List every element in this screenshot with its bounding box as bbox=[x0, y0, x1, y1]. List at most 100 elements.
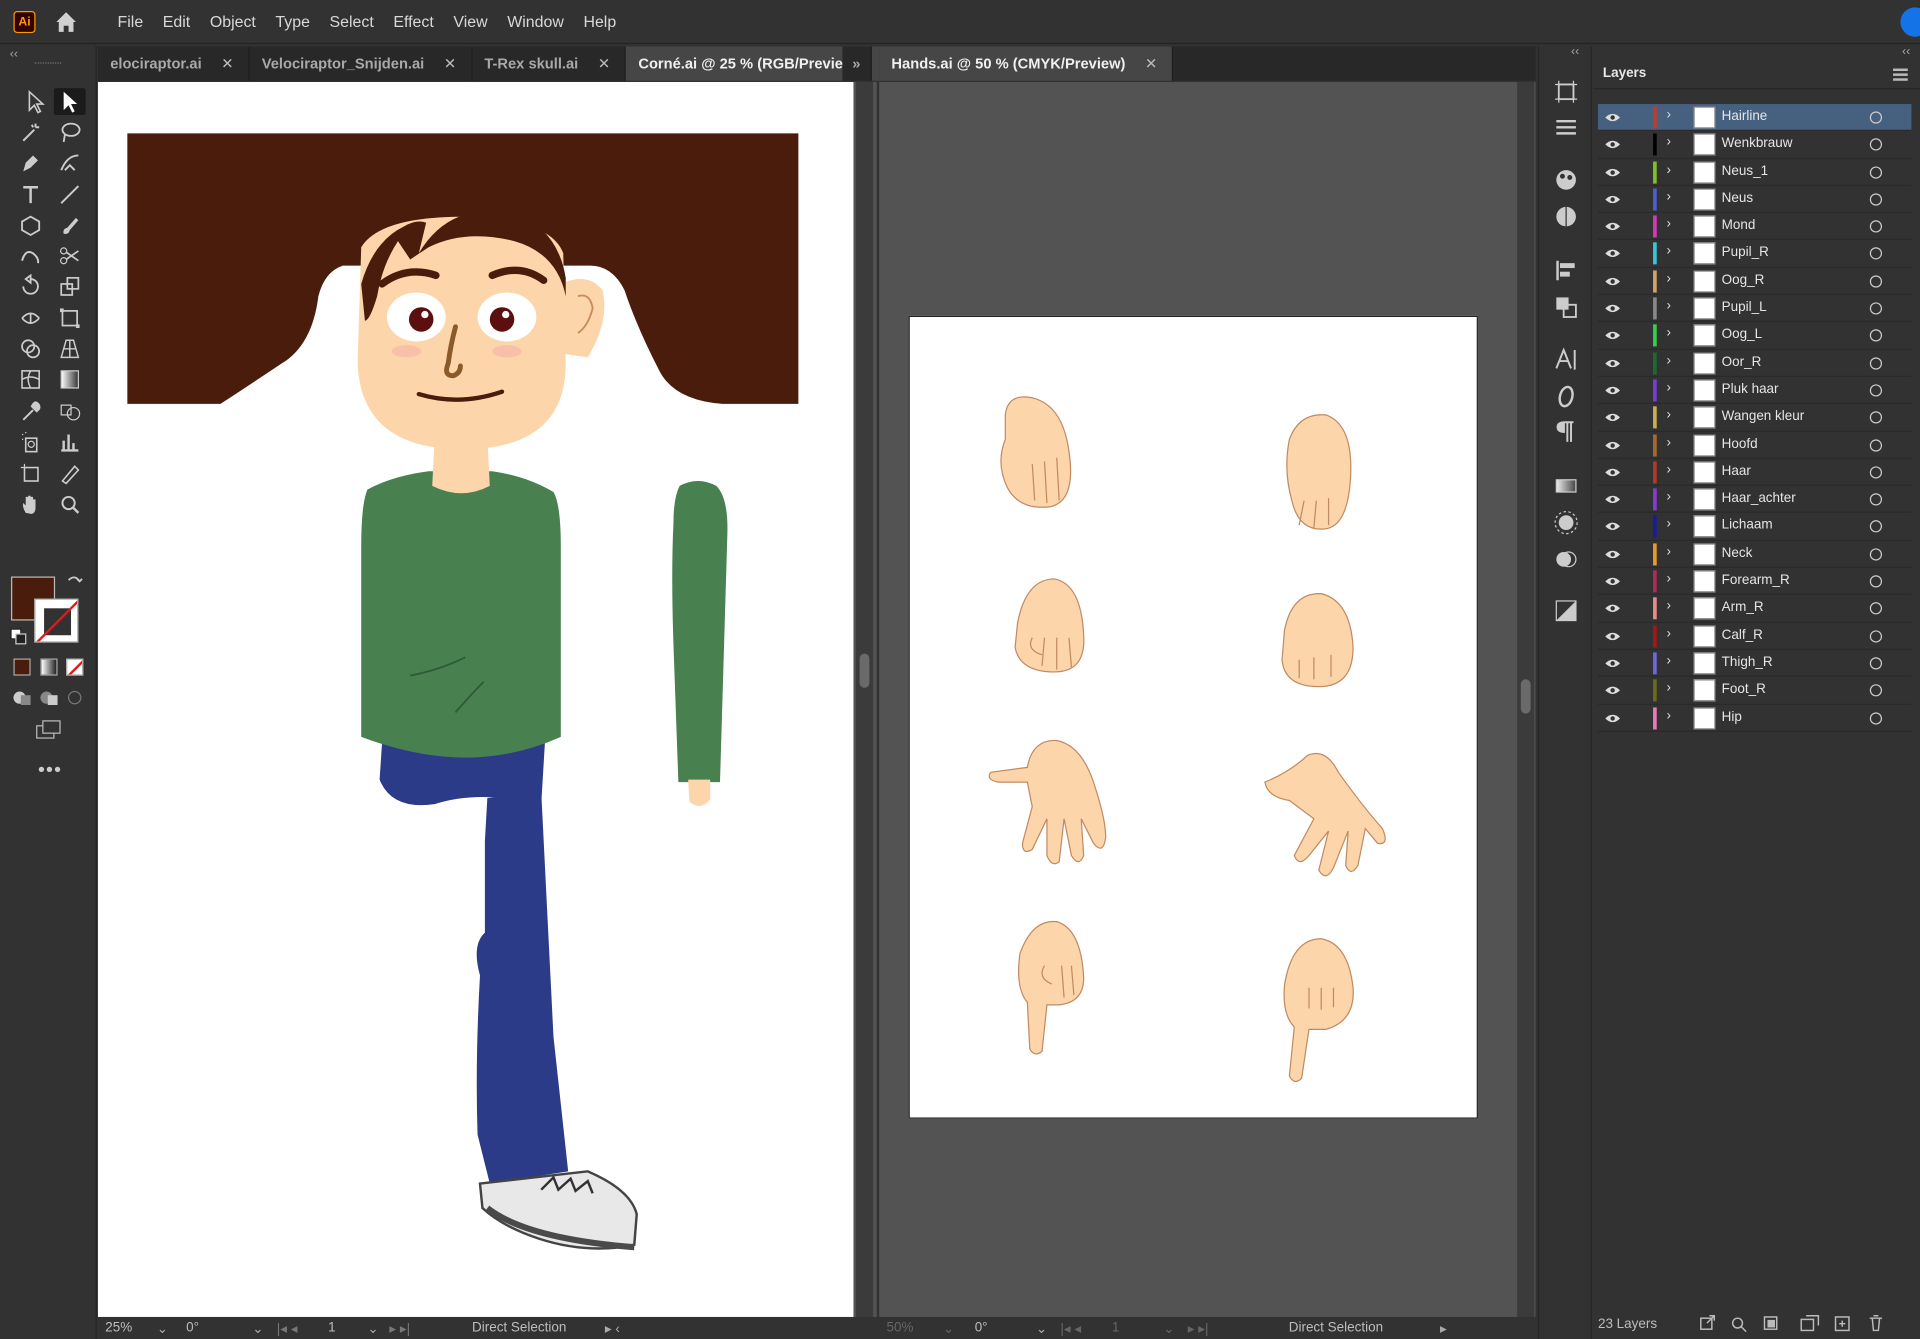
expand-chevron-icon[interactable]: › bbox=[1667, 326, 1671, 341]
layer-target-icon[interactable] bbox=[1869, 220, 1883, 233]
expand-chevron-icon[interactable]: › bbox=[1667, 381, 1671, 396]
layer-target-icon[interactable] bbox=[1869, 329, 1883, 342]
visibility-eye-icon[interactable] bbox=[1605, 413, 1621, 423]
collapse-toolbar-icon[interactable]: ‹‹ bbox=[10, 48, 18, 61]
right-document-canvas[interactable] bbox=[879, 82, 1536, 1317]
expand-chevron-icon[interactable]: › bbox=[1667, 162, 1671, 177]
last-artboard-icon[interactable]: ▸ ▸| bbox=[389, 1320, 433, 1336]
zoom-dropdown-icon-right[interactable]: ⌄ bbox=[943, 1320, 967, 1336]
layer-row[interactable]: › Wenkbrauw bbox=[1597, 131, 1912, 159]
expand-chevron-icon[interactable]: › bbox=[1667, 244, 1671, 259]
scissors-tool-icon[interactable] bbox=[54, 242, 86, 269]
more-tools-icon[interactable]: ••• bbox=[38, 760, 62, 782]
expand-chevron-icon[interactable]: › bbox=[1667, 654, 1671, 669]
document-tab[interactable]: Velociraptor_Snijden.ai ✕ bbox=[249, 46, 473, 81]
expand-chevron-icon[interactable]: › bbox=[1667, 599, 1671, 614]
visibility-eye-icon[interactable] bbox=[1605, 467, 1621, 477]
layer-row[interactable]: › Haar_achter bbox=[1597, 486, 1912, 514]
paragraph-panel-icon[interactable] bbox=[1553, 419, 1580, 446]
artboard-corne[interactable] bbox=[97, 82, 854, 1317]
visibility-eye-icon[interactable] bbox=[1605, 140, 1621, 150]
menu-object[interactable]: Object bbox=[200, 0, 266, 44]
visibility-eye-icon[interactable] bbox=[1605, 167, 1621, 177]
zoom-field[interactable]: 25% bbox=[98, 1321, 157, 1336]
appearance-panel-icon[interactable] bbox=[1553, 509, 1580, 536]
layer-name[interactable]: Wenkbrauw bbox=[1722, 136, 1793, 151]
visibility-eye-icon[interactable] bbox=[1605, 222, 1621, 232]
free-transform-tool-icon[interactable] bbox=[54, 305, 86, 332]
layer-name[interactable]: Mond bbox=[1722, 218, 1756, 233]
expand-chevron-icon[interactable]: › bbox=[1667, 135, 1671, 150]
visibility-eye-icon[interactable] bbox=[1605, 686, 1621, 696]
none-mode-button[interactable] bbox=[66, 658, 84, 676]
layer-row[interactable]: › Oog_R bbox=[1597, 268, 1912, 296]
rotate-dropdown-icon-right[interactable]: ⌄ bbox=[1036, 1320, 1060, 1336]
menu-file[interactable]: File bbox=[108, 0, 153, 44]
visibility-eye-icon[interactable] bbox=[1605, 604, 1621, 614]
perspective-grid-tool-icon[interactable] bbox=[54, 335, 86, 362]
layer-row[interactable]: › Hip bbox=[1597, 704, 1912, 732]
visibility-eye-icon[interactable] bbox=[1605, 276, 1621, 286]
rotate-tool-icon[interactable] bbox=[15, 273, 47, 300]
layer-row[interactable]: › Neus_1 bbox=[1597, 159, 1912, 186]
visibility-eye-icon[interactable] bbox=[1605, 577, 1621, 587]
layer-target-icon[interactable] bbox=[1869, 384, 1883, 397]
layers-footer-icons[interactable] bbox=[1696, 1315, 1920, 1335]
menu-view[interactable]: View bbox=[444, 0, 498, 44]
layer-name[interactable]: Hairline bbox=[1722, 109, 1768, 124]
visibility-eye-icon[interactable] bbox=[1605, 658, 1621, 668]
layer-target-icon[interactable] bbox=[1869, 684, 1883, 697]
color-mode-button[interactable] bbox=[13, 658, 31, 676]
visibility-eye-icon[interactable] bbox=[1605, 194, 1621, 204]
layer-name[interactable]: Oor_R bbox=[1722, 355, 1762, 370]
expand-chevron-icon[interactable]: › bbox=[1667, 271, 1671, 286]
layer-name[interactable]: Pupil_L bbox=[1722, 300, 1767, 315]
draw-inside-icon[interactable] bbox=[65, 688, 85, 708]
layer-row[interactable]: › Lichaam bbox=[1597, 513, 1912, 541]
layer-row[interactable]: › Mond bbox=[1597, 213, 1912, 241]
mesh-tool-icon[interactable] bbox=[15, 366, 47, 393]
left-vertical-scrollbar[interactable] bbox=[855, 82, 874, 1317]
layer-target-icon[interactable] bbox=[1869, 411, 1883, 424]
layer-row[interactable]: › Arm_R bbox=[1597, 595, 1912, 623]
expand-chevron-icon[interactable]: › bbox=[1667, 490, 1671, 505]
expand-chevron-icon[interactable]: › bbox=[1667, 190, 1671, 205]
gradient-tool-icon[interactable] bbox=[54, 366, 86, 393]
right-scroll-thumb[interactable] bbox=[1520, 679, 1531, 714]
layer-name[interactable]: Foot_R bbox=[1722, 682, 1766, 697]
slice-tool-icon[interactable] bbox=[54, 460, 86, 487]
first-artboard-icon-right[interactable]: |◂ ◂ bbox=[1060, 1320, 1104, 1336]
close-tab-icon[interactable]: ✕ bbox=[1145, 55, 1157, 72]
visibility-eye-icon[interactable] bbox=[1605, 331, 1621, 341]
status-menu-icon-right[interactable]: ▸ bbox=[1440, 1320, 1464, 1336]
menu-select[interactable]: Select bbox=[320, 0, 384, 44]
visibility-eye-icon[interactable] bbox=[1605, 522, 1621, 532]
selection-tool-icon[interactable] bbox=[20, 88, 52, 115]
expand-chevron-icon[interactable]: › bbox=[1667, 544, 1671, 559]
transform-panel-icon[interactable] bbox=[1553, 78, 1580, 105]
layer-target-icon[interactable] bbox=[1869, 302, 1883, 315]
close-tab-icon[interactable]: ✕ bbox=[598, 55, 610, 72]
layer-row[interactable]: › Hoofd bbox=[1597, 432, 1912, 459]
last-artboard-icon-right[interactable]: ▸ ▸| bbox=[1188, 1320, 1232, 1336]
layer-row[interactable]: › Neus bbox=[1597, 186, 1912, 214]
close-tab-icon[interactable]: ✕ bbox=[221, 55, 233, 72]
align-panel-icon[interactable] bbox=[1553, 257, 1580, 284]
column-graph-tool-icon[interactable] bbox=[54, 428, 86, 455]
layer-name[interactable]: Hip bbox=[1722, 709, 1742, 724]
layers-tab[interactable]: Layers bbox=[1603, 66, 1646, 81]
artboard-number-field-right[interactable]: 1 bbox=[1104, 1321, 1163, 1336]
layer-row[interactable]: › Oog_L bbox=[1597, 322, 1912, 350]
character-illustration[interactable] bbox=[98, 82, 854, 1317]
layer-row[interactable]: › Haar bbox=[1597, 459, 1912, 487]
layer-row[interactable]: › Calf_R bbox=[1597, 623, 1912, 650]
artboard-hands[interactable] bbox=[908, 315, 1478, 1119]
draw-behind-icon[interactable] bbox=[38, 688, 60, 708]
visibility-eye-icon[interactable] bbox=[1605, 358, 1621, 368]
layer-target-icon[interactable] bbox=[1869, 165, 1883, 179]
direct-selection-tool-icon[interactable] bbox=[53, 88, 86, 116]
expand-panels-icon[interactable]: ‹‹ bbox=[1902, 45, 1910, 58]
type-tool-icon[interactable] bbox=[15, 181, 47, 208]
layer-target-icon[interactable] bbox=[1869, 629, 1883, 643]
collapse-dock-icon[interactable]: ‹‹ bbox=[1571, 45, 1579, 58]
